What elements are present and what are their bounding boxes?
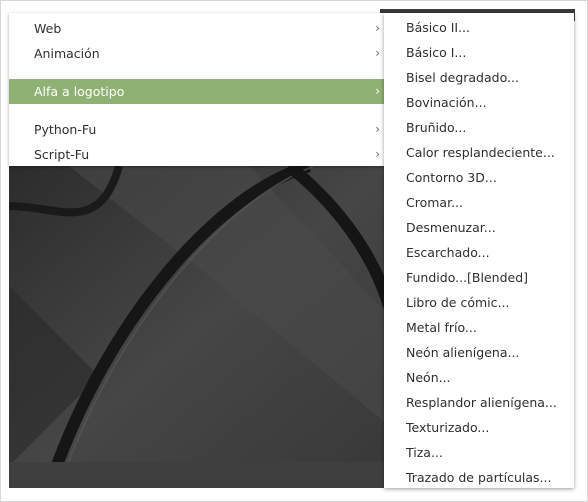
chevron-right-icon: › bbox=[375, 84, 380, 98]
image-canvas bbox=[9, 166, 389, 488]
menu-item-bisel-degradado[interactable]: Bisel degradado... bbox=[384, 65, 574, 90]
menu-item-resplandor-alienigena[interactable]: Resplandor alienígena... bbox=[384, 390, 574, 415]
menu-item-bovinacion[interactable]: Bovinación... bbox=[384, 90, 574, 115]
menu-item-neon[interactable]: Neón... bbox=[384, 365, 574, 390]
menu-separator bbox=[9, 108, 384, 109]
menu-item-trazado-de-particulas[interactable]: Trazado de partículas... bbox=[384, 465, 574, 490]
menu-item-animacion[interactable]: Animación › bbox=[9, 41, 384, 66]
menu-item-brunido[interactable]: Bruñido... bbox=[384, 115, 574, 140]
alfa-a-logotipo-submenu: Básico II... Básico I... Bisel degradado… bbox=[384, 13, 574, 488]
menu-item-label: Web bbox=[34, 21, 62, 36]
menu-item-texturizado[interactable]: Texturizado... bbox=[384, 415, 574, 440]
menu-item-basico-i[interactable]: Básico I... bbox=[384, 40, 574, 65]
canvas-bottom-strip bbox=[9, 462, 389, 488]
menu-item-tiza[interactable]: Tiza... bbox=[384, 440, 574, 465]
menu-item-label: Python-Fu bbox=[34, 122, 97, 137]
chevron-right-icon: › bbox=[375, 21, 380, 35]
menu-item-cromar[interactable]: Cromar... bbox=[384, 190, 574, 215]
menu-item-script-fu[interactable]: Script-Fu › bbox=[9, 142, 384, 167]
chevron-right-icon: › bbox=[375, 147, 380, 161]
menu-item-calor-resplandeciente[interactable]: Calor resplandeciente... bbox=[384, 140, 574, 165]
menu-separator bbox=[9, 70, 384, 71]
menu-item-metal-frio[interactable]: Metal frío... bbox=[384, 315, 574, 340]
menu-item-neon-alienigena[interactable]: Neón alienígena... bbox=[384, 340, 574, 365]
menu-item-fundido[interactable]: Fundido...[Blended] bbox=[384, 265, 574, 290]
menu-item-label: Script-Fu bbox=[34, 147, 90, 162]
menu-item-contorno-3d[interactable]: Contorno 3D... bbox=[384, 165, 574, 190]
chevron-right-icon: › bbox=[375, 122, 380, 136]
menu-item-desmenuzar[interactable]: Desmenuzar... bbox=[384, 215, 574, 240]
chevron-right-icon: › bbox=[375, 46, 380, 60]
menu-item-escarchado[interactable]: Escarchado... bbox=[384, 240, 574, 265]
menu-item-basico-ii[interactable]: Básico II... bbox=[384, 15, 574, 40]
menu-item-python-fu[interactable]: Python-Fu › bbox=[9, 117, 384, 142]
menu-item-label: Animación bbox=[34, 46, 100, 61]
menu-item-libro-de-comic[interactable]: Libro de cómic... bbox=[384, 290, 574, 315]
menu-item-label: Alfa a logotipo bbox=[34, 84, 125, 99]
menu-item-alfa-a-logotipo[interactable]: Alfa a logotipo › bbox=[9, 79, 384, 104]
filters-submenu: Web › Animación › Alfa a logotipo › Pyth… bbox=[9, 13, 384, 166]
menu-item-web[interactable]: Web › bbox=[9, 16, 384, 41]
canvas-artwork bbox=[9, 166, 389, 488]
